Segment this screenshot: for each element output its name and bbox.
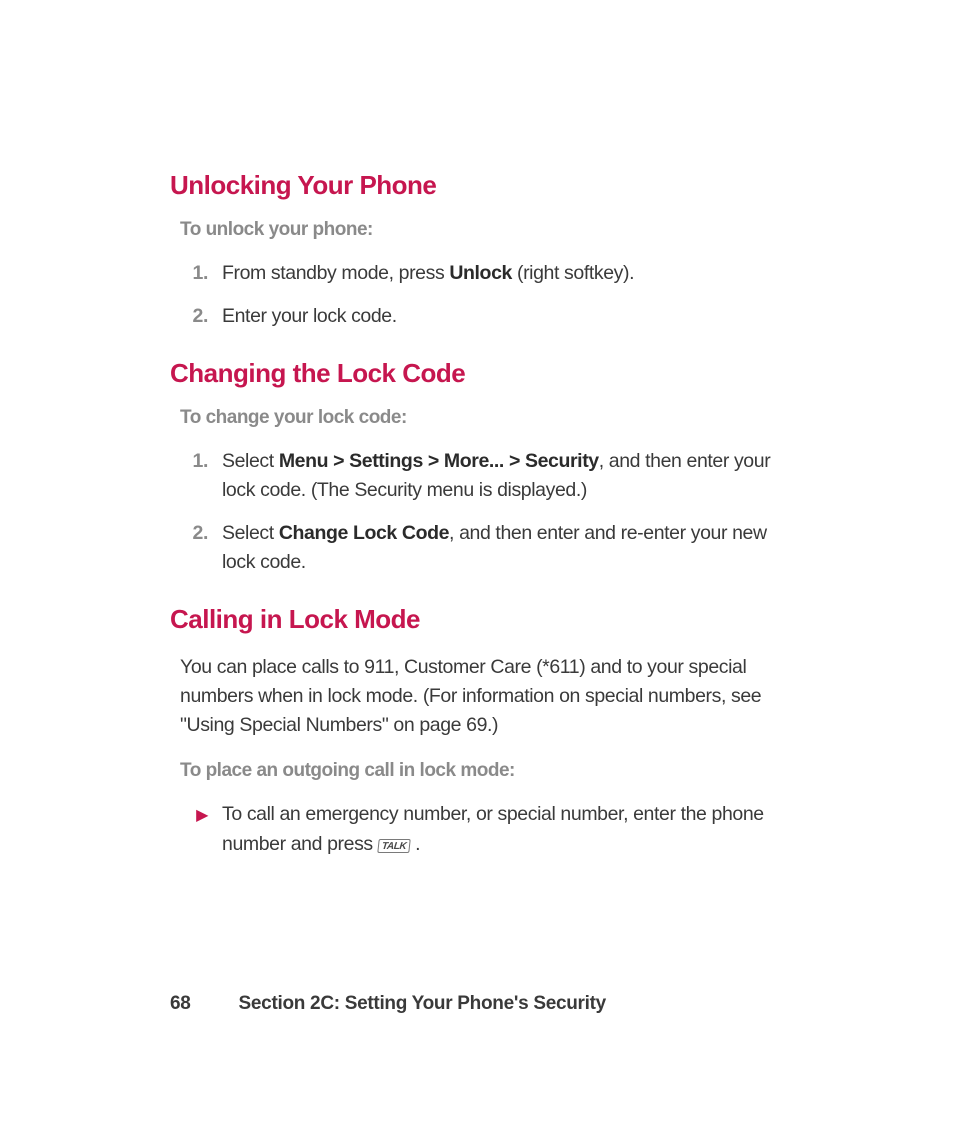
- section-label: Section 2C: Setting Your Phone's Securit…: [239, 993, 606, 1015]
- subheading-to-unlock: To unlock your phone:: [180, 219, 784, 241]
- bullet-text: To call an emergency number, or special …: [222, 800, 784, 859]
- text-fragment: Select: [222, 522, 279, 544]
- step-number: 2.: [180, 302, 208, 331]
- step-text: Select Change Lock Code, and then enter …: [222, 519, 784, 578]
- subheading-to-change: To change your lock code:: [180, 407, 784, 429]
- heading-unlocking-your-phone: Unlocking Your Phone: [170, 170, 784, 201]
- change-steps-list: 1. Select Menu > Settings > More... > Se…: [180, 447, 784, 578]
- text-fragment: To call an emergency number, or special …: [222, 803, 764, 854]
- bold-text: Menu > Settings > More... > Security: [279, 450, 599, 472]
- page-number: 68: [170, 993, 191, 1015]
- heading-changing-lock-code: Changing the Lock Code: [170, 358, 784, 389]
- list-item: 1. Select Menu > Settings > More... > Se…: [180, 447, 784, 506]
- step-number: 1.: [180, 447, 208, 476]
- heading-calling-in-lock-mode: Calling in Lock Mode: [170, 604, 784, 635]
- step-text: From standby mode, press Unlock (right s…: [222, 259, 784, 288]
- body-paragraph: You can place calls to 911, Customer Car…: [180, 653, 784, 741]
- page-footer: 68 Section 2C: Setting Your Phone's Secu…: [170, 993, 606, 1015]
- document-page: Unlocking Your Phone To unlock your phon…: [0, 0, 954, 1145]
- subheading-to-place-call: To place an outgoing call in lock mode:: [180, 760, 784, 782]
- triangle-right-icon: ▶: [180, 804, 208, 828]
- list-item: ▶ To call an emergency number, or specia…: [180, 800, 784, 859]
- step-text: Select Menu > Settings > More... > Secur…: [222, 447, 784, 506]
- unlock-steps-list: 1. From standby mode, press Unlock (righ…: [180, 259, 784, 332]
- text-fragment: .: [410, 833, 420, 855]
- bold-text: Unlock: [449, 262, 512, 284]
- step-text: Enter your lock code.: [222, 302, 784, 331]
- step-number: 2.: [180, 519, 208, 548]
- step-number: 1.: [180, 259, 208, 288]
- bold-text: Change Lock Code: [279, 522, 449, 544]
- text-fragment: (right softkey).: [512, 262, 634, 284]
- talk-key-icon: TALK: [377, 839, 411, 853]
- list-item: 2. Enter your lock code.: [180, 302, 784, 331]
- text-fragment: From standby mode, press: [222, 262, 449, 284]
- text-fragment: Select: [222, 450, 279, 472]
- list-item: 1. From standby mode, press Unlock (righ…: [180, 259, 784, 288]
- lockmode-bullet-list: ▶ To call an emergency number, or specia…: [180, 800, 784, 859]
- list-item: 2. Select Change Lock Code, and then ent…: [180, 519, 784, 578]
